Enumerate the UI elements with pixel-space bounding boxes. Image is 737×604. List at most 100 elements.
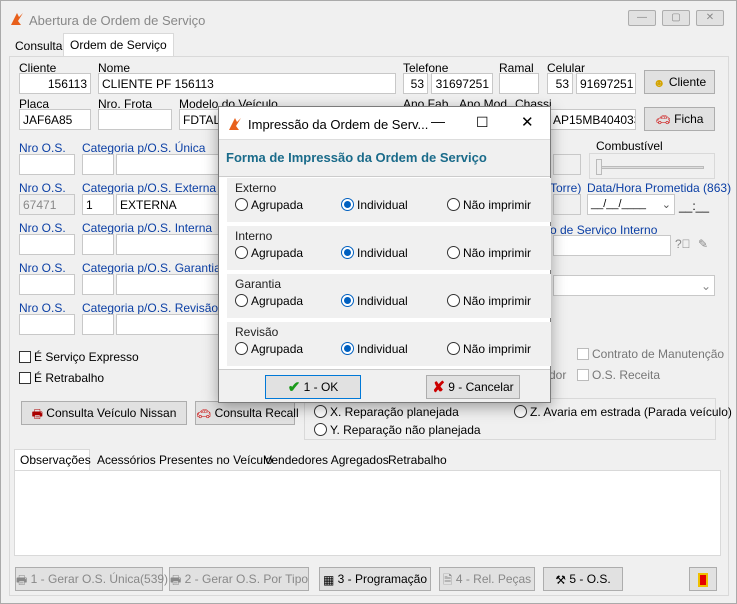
frota-field[interactable] (98, 109, 172, 130)
tab-consulta[interactable]: Consulta (9, 35, 68, 57)
group-interno-label: Interno (235, 229, 273, 243)
app-logo-icon (11, 13, 23, 25)
retrabalho-checkbox[interactable]: É Retrabalho (19, 371, 104, 385)
close-icon[interactable]: ✕ (521, 113, 534, 131)
dialog-title: Impressão da Ordem de Serv... (248, 117, 429, 132)
tab-ordem-servico[interactable]: Ordem de Serviço (63, 33, 174, 57)
tel-ddd-field[interactable]: 53 (403, 73, 428, 94)
tab-vendedores[interactable]: Vendedores Agregados (264, 453, 389, 467)
radio-externo-agrupada[interactable]: Agrupada (235, 198, 303, 212)
nro-os-field[interactable] (19, 234, 75, 255)
radio-externo-nao-imprimir[interactable]: Não imprimir (447, 198, 531, 212)
os-receita-checkbox[interactable]: O.S. Receita (577, 368, 660, 382)
dialog-heading-bar: Forma de Impressão da Ordem de Serviço (219, 139, 550, 177)
radio-interno-nao-imprimir[interactable]: Não imprimir (447, 246, 531, 260)
maximize-button[interactable]: ▢ (662, 10, 690, 26)
chassi-field[interactable]: AP15MB404033 (549, 109, 636, 130)
consulta-recall-button[interactable]: 🚗︎ Consulta Recall (195, 401, 299, 425)
consulta-recall-label: Consulta Recall (214, 406, 299, 420)
data-prometida-field[interactable]: __/__/____ ⌄ (587, 194, 675, 215)
ficha-button[interactable]: 🚗︎ Ficha (644, 107, 715, 131)
torre-field[interactable] (553, 194, 581, 215)
eraser-icon[interactable]: ✎ (698, 237, 708, 251)
b4-label: 4 - Rel. Peças (455, 572, 532, 586)
nro-os-label: Nro O.S. (19, 141, 66, 155)
programacao-button[interactable]: ▦ 3 - Programação (319, 567, 431, 591)
close-button[interactable]: ✕ (696, 10, 724, 26)
tab-observacoes[interactable]: Observações (14, 449, 91, 471)
categoria-label: Categoria p/O.S. Garantia (82, 261, 221, 275)
nro-os-field[interactable] (19, 154, 75, 175)
radio-revisao-individual[interactable]: Individual (341, 342, 408, 356)
radio-revisao-nao-imprimir[interactable]: Não imprimir (447, 342, 531, 356)
categoria-field[interactable] (116, 314, 219, 335)
cliente-field[interactable]: 156113 (19, 73, 91, 94)
categoria-code-field[interactable] (82, 154, 114, 175)
os-button[interactable]: ⚒ 5 - O.S. (543, 567, 623, 591)
radio-externo-individual[interactable]: Individual (341, 198, 408, 212)
cliente-button-label: Cliente (668, 75, 707, 89)
exit-door-icon (698, 572, 708, 587)
help-icon[interactable]: ?⃞ (675, 237, 691, 251)
modelo-field[interactable]: FDTALO (179, 109, 219, 130)
nome-field[interactable]: CLIENTE PF 156113 (98, 73, 396, 94)
rel-pecas-button[interactable]: 🗎 4 - Rel. Peças (439, 567, 535, 591)
slider-thumb[interactable] (596, 159, 602, 175)
minimize-button[interactable]: — (628, 10, 656, 26)
consulta-nissan-button[interactable]: 🖶 Consulta Veículo Nissan (21, 401, 187, 425)
radio-x[interactable]: X. Reparação planejada (314, 405, 459, 419)
contrato-label: Contrato de Manutenção (592, 347, 725, 361)
categoria-field[interactable] (116, 274, 219, 295)
chevron-down-icon[interactable]: ⌄ (701, 279, 711, 293)
categoria-code-field[interactable]: 1 (82, 194, 114, 215)
categoria-code-field[interactable] (82, 274, 114, 295)
main-window: Abertura de Ordem de Serviço — ▢ ✕ Consu… (0, 0, 737, 604)
tab-retrabalho[interactable]: Retrabalho (388, 453, 447, 467)
categoria-code-field[interactable] (82, 314, 114, 335)
combustivel-slider[interactable] (589, 153, 715, 179)
contrato-checkbox[interactable]: Contrato de Manutenção (577, 347, 724, 361)
nro-os-field[interactable] (19, 274, 75, 295)
dialog-footer: ✔ 1 - OK ✘ 9 - Cancelar (219, 369, 550, 402)
placa-field[interactable]: JAF6A85 (19, 109, 91, 130)
retrabalho-label: É Retrabalho (34, 371, 105, 385)
categoria-field[interactable]: EXTERNA (116, 194, 219, 215)
categoria-code-field[interactable] (82, 234, 114, 255)
hora-field[interactable]: __:__ (679, 199, 709, 213)
radio-y[interactable]: Y. Reparação não planejada (314, 423, 481, 437)
gerar-os-tipo-button[interactable]: 🖶 2 - Gerar O.S. Por Tipo (169, 567, 309, 591)
ramal-field[interactable] (499, 73, 539, 94)
radio-interno-individual[interactable]: Individual (341, 246, 408, 260)
servico-interno-select[interactable]: ⌄ (553, 275, 715, 296)
chevron-down-icon[interactable]: ⌄ (662, 198, 671, 211)
ok-button[interactable]: ✔ 1 - OK (265, 375, 361, 399)
option-label: Não imprimir (463, 342, 532, 356)
tools-icon: ⚒ (555, 572, 567, 587)
nro-os-field[interactable]: 67471 (19, 194, 75, 215)
tab-acessorios[interactable]: Acessórios Presentes no Veículo (97, 453, 272, 467)
radio-z[interactable]: Z. Avaria em estrada (Parada veículo) (514, 405, 732, 419)
radio-interno-agrupada[interactable]: Agrupada (235, 246, 303, 260)
servico-interno-field[interactable] (553, 235, 671, 256)
radio-revisao-agrupada[interactable]: Agrupada (235, 342, 303, 356)
expresso-checkbox[interactable]: É Serviço Expresso (19, 350, 139, 364)
radio-garantia-individual[interactable]: Individual (341, 294, 408, 308)
cliente-button[interactable]: ☻ Cliente (644, 70, 715, 94)
categoria-field[interactable] (116, 234, 219, 255)
nro-os-field[interactable] (19, 314, 75, 335)
cel-ddd-field[interactable]: 53 (547, 73, 573, 94)
cel-num-field[interactable]: 91697251 (576, 73, 636, 94)
maximize-icon[interactable]: ☐ (476, 114, 489, 131)
group-revisao-label: Revisão (235, 325, 279, 339)
exit-button[interactable] (689, 567, 717, 591)
cancel-button[interactable]: ✘ 9 - Cancelar (426, 375, 520, 399)
print-dialog: Impressão da Ordem de Serv... — ☐ ✕ Form… (218, 106, 551, 403)
categoria-field[interactable] (116, 154, 219, 175)
tel-num-field[interactable]: 31697251 (431, 73, 493, 94)
gerar-os-unica-button[interactable]: 🖶 1 - Gerar O.S. Única(539) (15, 567, 168, 591)
document-icon: 🗎 (442, 572, 453, 587)
observacoes-textarea[interactable] (14, 470, 721, 556)
minimize-icon[interactable]: — (431, 113, 445, 129)
radio-garantia-nao-imprimir[interactable]: Não imprimir (447, 294, 531, 308)
radio-garantia-agrupada[interactable]: Agrupada (235, 294, 303, 308)
